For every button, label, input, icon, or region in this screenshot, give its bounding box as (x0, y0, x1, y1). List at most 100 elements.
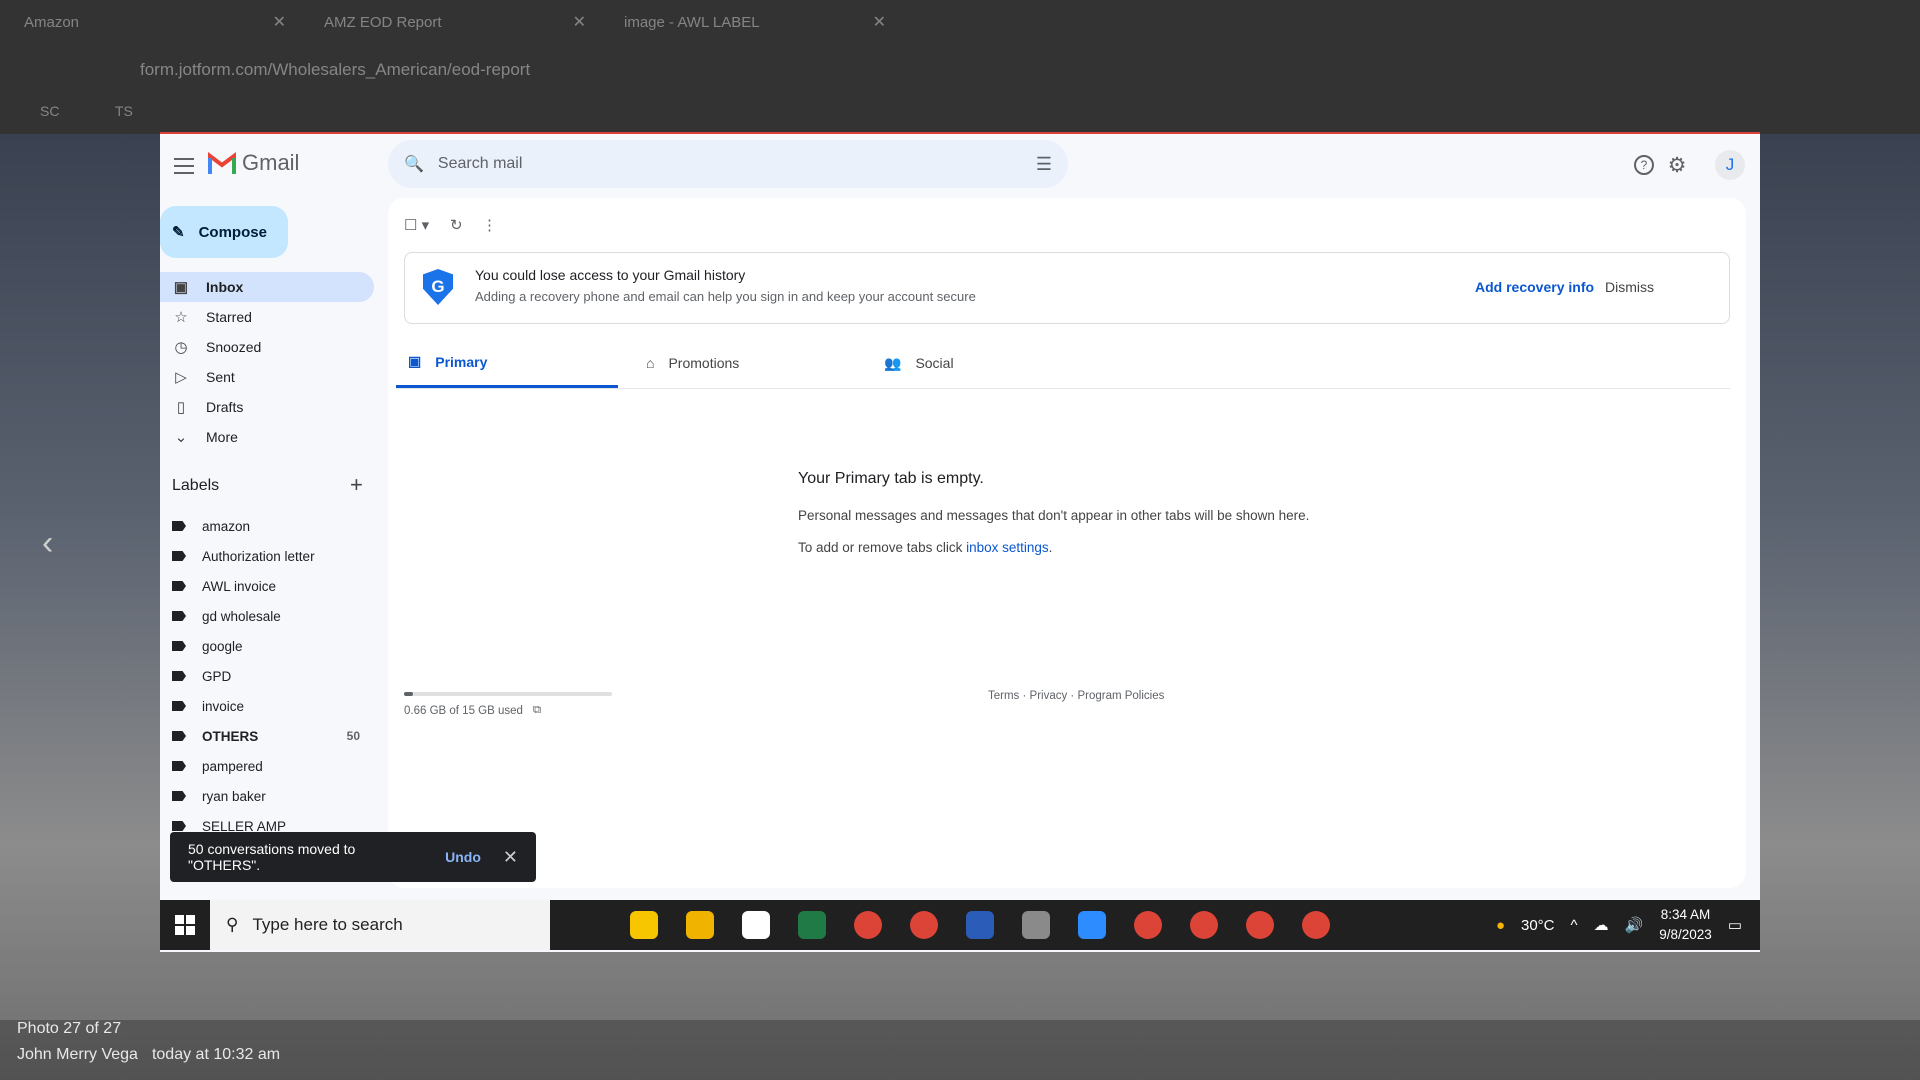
tabs-divider (396, 388, 1730, 389)
snackbar-message: 50 conversations moved to "OTHERS". (188, 841, 356, 873)
label-item[interactable]: OTHERS 50 (160, 722, 374, 750)
compose-button[interactable]: ✎ Compose (160, 206, 288, 258)
v8-app-icon[interactable] (733, 900, 779, 950)
zoom-icon[interactable] (1069, 900, 1115, 950)
tab-primary[interactable]: ▣ Primary (396, 338, 618, 388)
mail-content-area: ☐ ▾ ↻ ⋮ G You could lose access to your … (388, 198, 1746, 888)
word-icon-glyph (966, 911, 994, 939)
search-options-icon[interactable]: ☰ (1036, 154, 1052, 175)
chrome-icon[interactable] (1293, 900, 1339, 950)
storage-meter (404, 692, 612, 696)
label-item[interactable]: AWL invoice (160, 572, 374, 600)
label-item[interactable]: ryan baker (160, 782, 374, 810)
label-item[interactable]: gd wholesale (160, 602, 374, 630)
close-icon[interactable]: ✕ (873, 12, 886, 32)
tab-promotions[interactable]: ⌂ Promotions (634, 338, 856, 388)
shield-icon: G (423, 269, 453, 305)
sidebar-item-snoozed[interactable]: ◷ Snoozed (160, 332, 374, 362)
storage-usage: 0.66 GB of 15 GB used ⧉ (404, 704, 542, 717)
undo-button[interactable]: Undo (445, 849, 481, 865)
photo-viewer-footer (0, 1020, 1920, 1080)
empty-state-description: Personal messages and messages that don'… (798, 508, 1310, 523)
gmail-logo[interactable]: Gmail (208, 150, 299, 176)
label-item[interactable]: GPD (160, 662, 374, 690)
avatar[interactable]: J (1715, 150, 1745, 180)
sidebar-item-inbox[interactable]: ▣ Inbox (160, 272, 374, 302)
gmail-m-icon (208, 152, 236, 174)
chrome-icon[interactable] (1237, 900, 1283, 950)
volume-icon[interactable]: 🔊 (1625, 916, 1644, 934)
weather-icon[interactable]: ● (1496, 917, 1505, 934)
add-label-icon[interactable]: + (350, 472, 363, 498)
excel-icon-glyph (798, 911, 826, 939)
weather-temp[interactable]: 30°C (1521, 917, 1555, 934)
main-menu-icon[interactable] (172, 154, 196, 178)
select-checkbox[interactable]: ☐ ▾ (404, 216, 429, 234)
chrome-icon-glyph (1190, 911, 1218, 939)
windows-logo-icon (175, 915, 195, 935)
tab-social[interactable]: 👥 Social (872, 338, 1094, 388)
previous-photo-icon[interactable]: ‹ (42, 524, 53, 563)
refresh-icon[interactable]: ↻ (450, 216, 463, 234)
bookmark-ts[interactable]: TS (115, 103, 133, 119)
close-icon[interactable]: ✕ (273, 12, 286, 32)
app-icon[interactable] (1013, 900, 1059, 950)
label-icon (172, 761, 186, 771)
pencil-icon: ✎ (172, 224, 185, 241)
add-recovery-info-button[interactable]: Add recovery info (1475, 279, 1594, 295)
empty-state-title: Your Primary tab is empty. (798, 470, 984, 487)
taskbar-search[interactable]: ⚲ Type here to search (210, 900, 550, 950)
search-bar[interactable]: 🔍 Search mail ☰ (388, 140, 1068, 188)
label-item[interactable]: amazon (160, 512, 374, 540)
notifications-icon[interactable]: ▭ (1728, 916, 1742, 934)
chrome-icon[interactable] (1181, 900, 1227, 950)
browser-tab-amazon[interactable]: Amazon ✕ (10, 6, 300, 38)
task-view-icon[interactable] (565, 900, 611, 950)
chrome-icon-glyph (854, 911, 882, 939)
label-item[interactable]: invoice (160, 692, 374, 720)
sidebar-item-starred[interactable]: ☆ Starred (160, 302, 374, 332)
browser-tab-awl-label[interactable]: image - AWL LABEL ✕ (610, 6, 900, 38)
search-icon[interactable]: 🔍 (404, 154, 424, 174)
sidebar-item-sent[interactable]: ▷ Sent (160, 362, 374, 392)
chrome-icon[interactable] (845, 900, 891, 950)
open-external-icon[interactable]: ⧉ (533, 704, 541, 717)
close-icon[interactable]: ✕ (503, 847, 518, 868)
more-options-icon[interactable]: ⋮ (482, 216, 497, 234)
footer-links[interactable]: Terms · Privacy · Program Policies (988, 690, 1164, 702)
sidebar-item-drafts[interactable]: ▯ Drafts (160, 392, 374, 422)
cloud-icon[interactable]: ☁ (1594, 916, 1609, 934)
windows-taskbar: ⚲ Type here to search ● 30°C ^ ☁ 🔊 8:34 … (160, 900, 1760, 950)
send-icon: ▷ (175, 369, 187, 386)
start-button[interactable] (160, 900, 210, 950)
word-icon[interactable] (957, 900, 1003, 950)
label-icon (172, 671, 186, 681)
help-icon[interactable]: ? (1634, 155, 1654, 175)
browser-tab-eod-report[interactable]: AMZ EOD Report ✕ (310, 6, 600, 38)
photo-author: John Merry Vega (17, 1046, 138, 1063)
bookmark-sc[interactable]: SC (40, 103, 59, 119)
chrome-icon-glyph (910, 911, 938, 939)
settings-gear-icon[interactable]: ⚙ (1664, 152, 1690, 178)
chrome-icon[interactable] (901, 900, 947, 950)
dismiss-button[interactable]: Dismiss (1605, 279, 1654, 295)
file-explorer-icon[interactable] (677, 900, 723, 950)
inbox-settings-link[interactable]: inbox settings (966, 540, 1049, 555)
sidebar-item-more[interactable]: ⌄ More (160, 422, 374, 452)
chevron-down-icon: ⌄ (174, 429, 188, 446)
photo-counter: Photo 27 of 27 (17, 1020, 122, 1037)
sticky-notes-icon[interactable] (621, 900, 667, 950)
address-bar[interactable]: form.jotform.com/Wholesalers_American/eo… (140, 56, 1700, 84)
label-item[interactable]: google (160, 632, 374, 660)
chrome-icon[interactable] (1125, 900, 1171, 950)
excel-icon[interactable] (789, 900, 835, 950)
search-input[interactable]: Search mail (438, 155, 522, 173)
label-item[interactable]: pampered (160, 752, 374, 780)
storage-meter-fill (404, 692, 414, 696)
chevron-up-icon[interactable]: ^ (1571, 917, 1578, 934)
close-icon[interactable]: ✕ (573, 12, 586, 32)
clock[interactable]: 8:34 AM 9/8/2023 (1659, 905, 1712, 945)
label-icon (172, 731, 186, 741)
tag-icon: ⌂ (646, 355, 655, 371)
label-item[interactable]: Authorization letter (160, 542, 374, 570)
